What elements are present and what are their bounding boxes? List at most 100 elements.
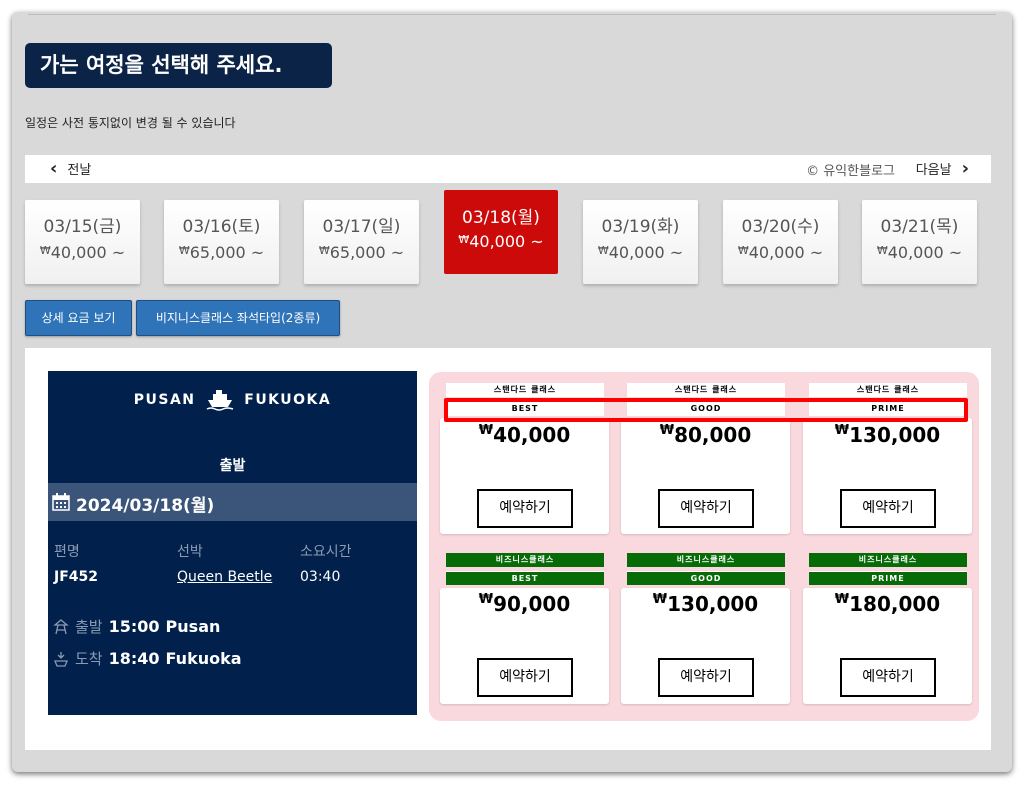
ship-name-link[interactable]: Queen Beetle	[177, 569, 272, 585]
route-panel: PUSAN FUKUOKA 출발 2024/03/18(월) 편명 선박 소요시…	[48, 371, 417, 715]
book-button-standard-prime[interactable]: 예약하기	[840, 489, 936, 528]
price-value: 130,000	[849, 423, 941, 447]
won-symbol: ₩	[876, 244, 888, 257]
price-value: 90,000	[493, 592, 571, 616]
fare-price-business-good: ₩130,000	[621, 592, 790, 616]
departure-heading: 출발	[219, 458, 246, 474]
departure-icon	[53, 618, 69, 634]
price-value: 180,000	[849, 592, 941, 616]
fare-price-standard-good: ₩80,000	[621, 423, 790, 447]
class-label-standard: 스탠다드 클래스	[446, 383, 604, 397]
blog-watermark: © 유익한블로그	[806, 164, 895, 179]
arrival-time-row: 도착 18:40 Fukuoka	[53, 648, 242, 669]
day-date: 03/20(수)	[741, 217, 820, 237]
book-button-business-good[interactable]: 예약하기	[658, 658, 754, 697]
departure-date: 2024/03/18(월)	[76, 496, 215, 516]
duration-value: 03:40	[300, 569, 341, 585]
won-symbol: ₩	[478, 592, 494, 607]
day-card-0319[interactable]: 03/19(화) ₩40,000 ~	[583, 200, 698, 284]
fare-detail-button[interactable]: 상세 요금 보기	[25, 300, 132, 336]
book-button-business-best[interactable]: 예약하기	[477, 658, 573, 697]
won-symbol: ₩	[178, 244, 190, 257]
day-price: 40,000 ~	[50, 243, 126, 262]
grade-label-prime: PRIME	[809, 571, 967, 585]
won-symbol: ₩	[318, 244, 330, 257]
arrival-place: Fukuoka	[165, 649, 242, 668]
book-button-business-prime[interactable]: 예약하기	[840, 658, 936, 697]
fare-price-business-best: ₩90,000	[440, 592, 609, 616]
route-from: PUSAN	[133, 392, 196, 408]
won-symbol: ₩	[834, 423, 850, 438]
departure-time-row: 출발 15:00 Pusan	[53, 616, 220, 637]
route-to: FUKUOKA	[244, 392, 332, 408]
day-price: 40,000 ~	[748, 243, 824, 262]
day-card-0316[interactable]: 03/16(토) ₩65,000 ~	[164, 200, 279, 284]
arrival-label: 도착	[75, 650, 103, 668]
next-day-button[interactable]: 다음날 ›	[916, 159, 969, 178]
price-value: 80,000	[674, 423, 752, 447]
won-symbol: ₩	[478, 423, 494, 438]
ship-icon	[206, 390, 234, 411]
class-label-business: 비즈니스클래스	[627, 553, 785, 567]
next-day-label: 다음날	[915, 163, 952, 178]
day-price: 40,000 ~	[887, 243, 963, 262]
day-card-0315[interactable]: 03/15(금) ₩40,000 ~	[25, 200, 140, 284]
top-divider	[28, 14, 996, 15]
class-label-standard: 스탠다드 클래스	[627, 383, 785, 397]
day-card-0318-selected[interactable]: 03/18(월) ₩40,000 ~	[444, 190, 558, 274]
date-navigation: ‹ 전날 © 유익한블로그 다음날 ›	[25, 155, 991, 183]
day-date: 03/15(금)	[43, 217, 122, 237]
fare-price-standard-best: ₩40,000	[440, 423, 609, 447]
day-price: 40,000 ~	[608, 243, 684, 262]
won-symbol: ₩	[39, 244, 51, 257]
business-seat-types-button[interactable]: 비지니스클래스 좌석타입(2종류)	[136, 300, 340, 336]
departure-date-row: 2024/03/18(월)	[48, 483, 417, 521]
calendar-icon	[52, 493, 70, 511]
won-symbol: ₩	[458, 233, 470, 246]
class-label-business: 비즈니스클래스	[446, 553, 604, 567]
grade-label-best: BEST	[446, 571, 604, 585]
won-symbol: ₩	[652, 592, 668, 607]
won-symbol: ₩	[737, 244, 749, 257]
price-value: 40,000	[493, 423, 571, 447]
fare-price-standard-prime: ₩130,000	[803, 423, 972, 447]
chevron-left-icon: ‹	[50, 157, 58, 179]
won-symbol: ₩	[659, 423, 675, 438]
class-label-standard: 스탠다드 클래스	[809, 383, 967, 397]
flight-header: 편명	[54, 544, 80, 560]
day-price: 40,000 ~	[469, 232, 544, 251]
class-label-business: 비즈니스클래스	[809, 553, 967, 567]
arrival-time: 18:40	[108, 649, 160, 668]
day-card-0317[interactable]: 03/17(일) ₩65,000 ~	[304, 200, 419, 284]
duration-header: 소요시간	[300, 544, 352, 560]
ship-header: 선박	[177, 544, 203, 560]
day-card-0320[interactable]: 03/20(수) ₩40,000 ~	[723, 200, 838, 284]
price-value: 130,000	[667, 592, 759, 616]
book-button-standard-best[interactable]: 예약하기	[477, 489, 573, 528]
won-symbol: ₩	[834, 592, 850, 607]
page-title: 가는 여정을 선택해 주세요.	[25, 43, 332, 88]
day-date: 03/16(토)	[182, 217, 261, 237]
won-symbol: ₩	[597, 244, 609, 257]
day-price: 65,000 ~	[189, 243, 265, 262]
grade-highlight-annotation	[444, 398, 968, 422]
day-date: 03/17(일)	[322, 217, 401, 237]
flight-number: JF452	[54, 569, 98, 585]
schedule-notice: 일정은 사전 통지없이 변경 될 수 있습니다	[25, 116, 236, 130]
book-button-standard-good[interactable]: 예약하기	[658, 489, 754, 528]
arrival-icon	[54, 651, 68, 667]
day-date: 03/19(화)	[601, 217, 680, 237]
day-date: 03/18(월)	[462, 208, 540, 228]
day-price: 65,000 ~	[329, 243, 405, 262]
prev-day-label: 전날	[67, 163, 92, 178]
fare-price-business-prime: ₩180,000	[803, 592, 972, 616]
departure-label: 출발	[75, 618, 103, 636]
prev-day-button[interactable]: ‹ 전날	[50, 159, 91, 178]
route-title: PUSAN FUKUOKA	[48, 389, 417, 411]
day-date: 03/21(목)	[880, 217, 959, 237]
departure-time: 15:00	[108, 617, 160, 636]
day-card-0321[interactable]: 03/21(목) ₩40,000 ~	[862, 200, 977, 284]
grade-label-good: GOOD	[627, 571, 785, 585]
chevron-right-icon: ›	[961, 157, 969, 179]
departure-place: Pusan	[165, 617, 221, 636]
